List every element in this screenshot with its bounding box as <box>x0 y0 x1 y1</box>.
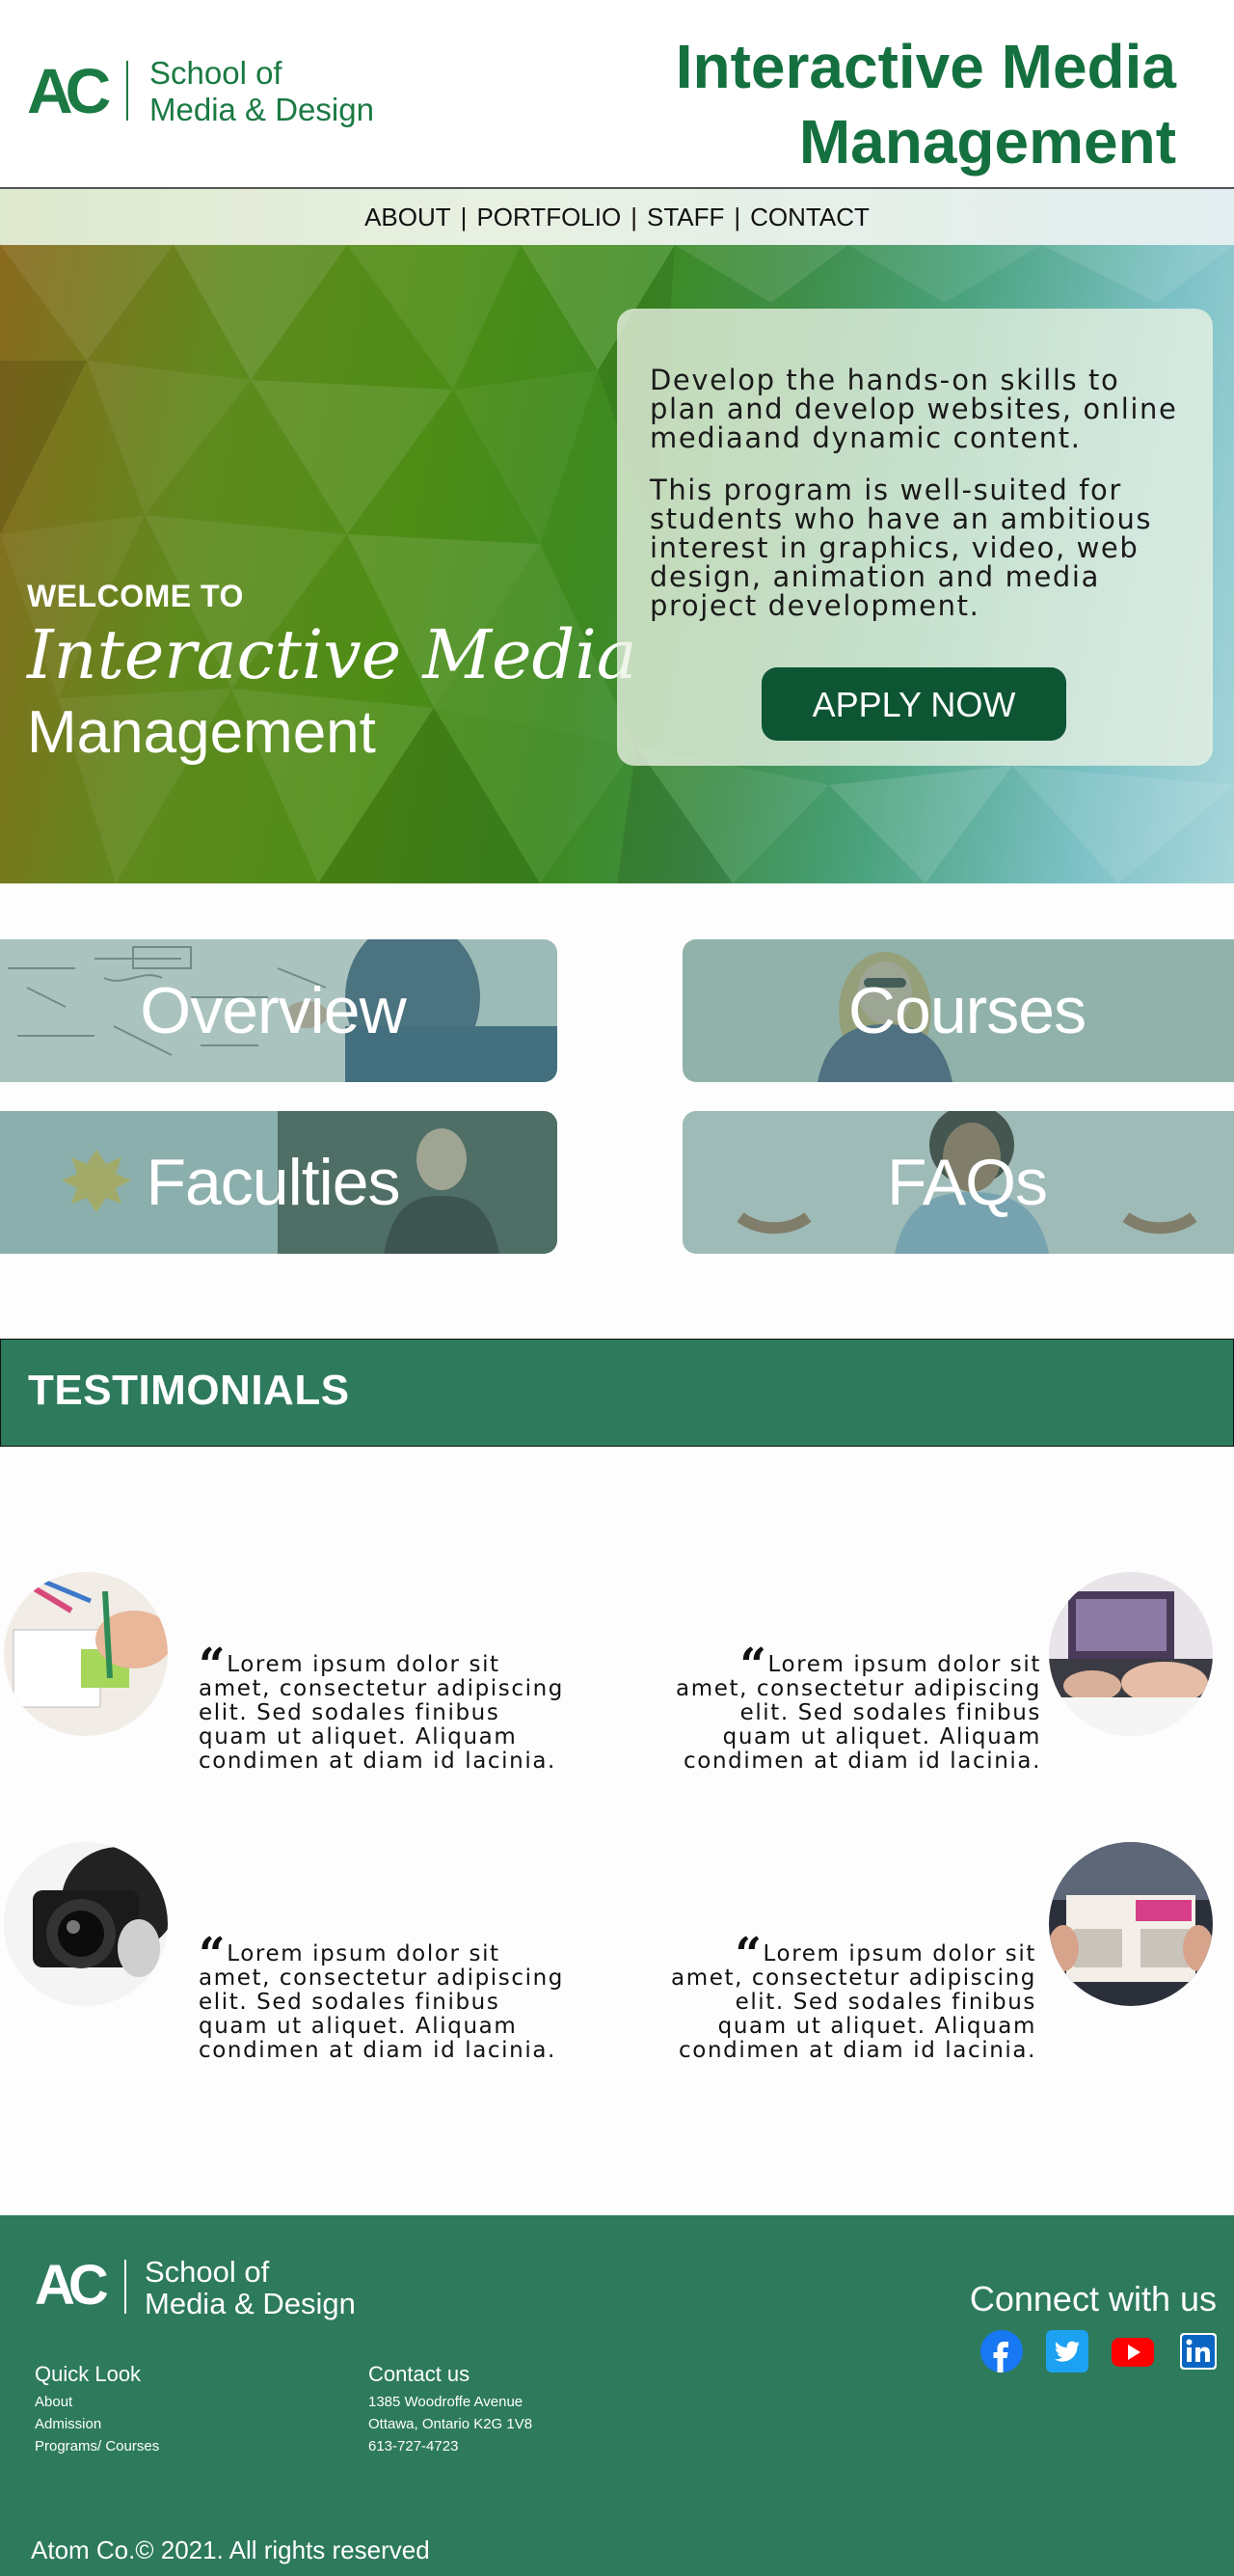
nav-portfolio[interactable]: PORTFOLIO <box>469 203 629 232</box>
testimonial-avatar-laptop <box>1049 1572 1213 1736</box>
testimonial-avatar-drawing <box>4 1572 168 1736</box>
nav-about[interactable]: ABOUT <box>357 203 459 232</box>
youtube-icon[interactable] <box>1111 2329 1155 2373</box>
tile-faculties-label: Faculties <box>146 1146 400 1219</box>
nav-contact[interactable]: CONTACT <box>742 203 877 232</box>
linkedin-icon[interactable] <box>1176 2329 1221 2373</box>
nav-staff[interactable]: STAFF <box>639 203 732 232</box>
tile-courses-label: Courses <box>847 974 1086 1047</box>
testimonial-quote: “Lorem ipsum dolor sit amet, consectetur… <box>199 1642 565 1774</box>
school-logo[interactable]: AC School of Media & Design <box>27 53 432 130</box>
testimonial-text: Lorem ipsum dolor sit amet, consectetur … <box>199 1652 564 1774</box>
contact-column: Contact us 1385 Woodroffe Avenue Ottawa,… <box>368 2360 532 2457</box>
copyright: Atom Co.© 2021. All rights reserved <box>31 2535 430 2564</box>
hero-title-script: Interactive Media <box>27 615 637 694</box>
testimonial-avatar-camera <box>4 1842 168 2006</box>
hero-info-card: Develop the hands-on skills to plan and … <box>617 309 1213 766</box>
testimonial-avatar-book <box>1049 1842 1213 2006</box>
nav-separator: | <box>630 202 637 231</box>
contact-phone: 613-727-4723 <box>368 2438 459 2454</box>
social-links <box>979 2329 1221 2373</box>
logo-mark: AC <box>35 2254 109 2317</box>
hero-title-sub: Management <box>27 699 376 766</box>
testimonial-quote: “Lorem ipsum dolor sit amet, consectetur… <box>199 1932 565 2063</box>
hero-paragraph: Develop the hands-on skills to plan and … <box>650 364 1178 454</box>
twitter-icon[interactable] <box>1045 2329 1089 2373</box>
logo-text: School of Media & Design <box>149 55 374 127</box>
testimonial-quote: “Lorem ipsum dolor sit amet, consectetur… <box>670 1932 1036 2063</box>
tile-faculties[interactable]: Faculties <box>0 1111 557 1254</box>
main-nav: ABOUT | PORTFOLIO | STAFF | CONTACT <box>0 189 1234 245</box>
quick-look-column: Quick Look About Admission Programs/ Cou… <box>35 2360 159 2457</box>
logo-text: School of Media & Design <box>145 2255 356 2320</box>
site-footer: AC School of Media & Design Connect with… <box>0 2215 1234 2576</box>
hero-paragraph: This program is well-suited for students… <box>650 474 1153 622</box>
quick-look-title: Quick Look <box>35 2362 142 2386</box>
tile-overview-label: Overview <box>140 974 406 1047</box>
testimonial-quote: “Lorem ipsum dolor sit amet, consectetur… <box>675 1642 1041 1774</box>
hero-banner: WELCOME TO Interactive Media Management … <box>0 245 1234 883</box>
tile-courses[interactable]: Courses <box>683 939 1234 1082</box>
site-title: Interactive Media Management <box>675 32 1176 176</box>
logo-mark: AC <box>27 55 111 126</box>
footer-logo[interactable]: AC School of Media & Design <box>35 2254 440 2321</box>
connect-heading: Connect with us <box>969 2279 1217 2318</box>
facebook-icon[interactable] <box>979 2329 1024 2373</box>
testimonials-title: TESTIMONIALS <box>28 1367 350 1414</box>
logo-divider <box>124 2260 126 2314</box>
footer-link-about[interactable]: About <box>35 2391 159 2413</box>
tile-overview[interactable]: Overview <box>0 939 557 1082</box>
footer-link-programs[interactable]: Programs/ Courses <box>35 2435 159 2457</box>
testimonial-text: Lorem ipsum dolor sit amet, consectetur … <box>199 1941 564 2063</box>
logo-divider <box>126 61 128 121</box>
site-header: AC School of Media & Design Interactive … <box>0 0 1234 188</box>
contact-address-city: Ottawa, Ontario K2G 1V8 <box>368 2416 533 2432</box>
apply-now-button[interactable]: APPLY NOW <box>762 667 1066 741</box>
nav-separator: | <box>460 202 468 231</box>
testimonial-text: Lorem ipsum dolor sit amet, consectetur … <box>676 1652 1041 1774</box>
testimonial-text: Lorem ipsum dolor sit amet, consectetur … <box>671 1941 1036 2063</box>
footer-link-admission[interactable]: Admission <box>35 2413 159 2435</box>
hero-welcome: WELCOME TO <box>27 579 244 613</box>
tile-faqs-label: FAQs <box>886 1146 1048 1219</box>
testimonials-header: TESTIMONIALS <box>0 1339 1234 1447</box>
contact-address-street: 1385 Woodroffe Avenue <box>368 2394 523 2410</box>
contact-title: Contact us <box>368 2362 470 2386</box>
tile-faqs[interactable]: FAQs <box>683 1111 1234 1254</box>
nav-separator: | <box>734 202 741 231</box>
